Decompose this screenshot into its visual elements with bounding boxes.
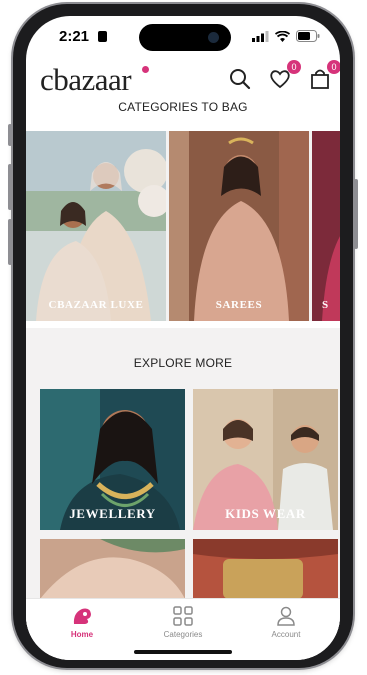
- volume-up-button: [8, 164, 12, 210]
- signal-icon: [252, 30, 269, 42]
- category-photo: [26, 131, 166, 321]
- category-label: SAREES: [215, 299, 263, 311]
- categories-title: CATEGORIES TO BAG: [118, 100, 248, 114]
- home-indicator[interactable]: [134, 650, 232, 654]
- explore-tile-kids-wear[interactable]: KIDS WEAR: [193, 389, 338, 530]
- tab-account-label: Account: [271, 630, 301, 639]
- status-time: 2:21: [59, 28, 90, 45]
- search-icon[interactable]: [227, 66, 253, 92]
- wifi-icon: [275, 30, 290, 42]
- action-button: [8, 124, 12, 146]
- tab-categories-label: Categories: [163, 630, 203, 639]
- wishlist-count-badge: 0: [287, 60, 301, 74]
- user-icon: [277, 606, 295, 626]
- brand-logo[interactable]: cbazaar: [40, 62, 132, 98]
- bag-button[interactable]: 0: [307, 60, 340, 92]
- category-label: S: [322, 299, 329, 311]
- volume-down-button: [8, 219, 12, 265]
- tile-label: JEWELLERY: [69, 506, 156, 521]
- app-screen: 2:21 cbazaar 0 0 CATEGORIES TO BAG CBAZA…: [26, 16, 340, 660]
- logo-dot: [142, 66, 149, 73]
- tile-photo: [193, 539, 338, 599]
- app-header: cbazaar 0 0: [26, 60, 340, 102]
- category-card-luxe[interactable]: CBAZAAR LUXE: [26, 131, 166, 321]
- home-icon: [73, 608, 91, 624]
- category-card-sarees[interactable]: SAREES: [169, 131, 309, 321]
- category-photo: [312, 131, 340, 321]
- badge-id-icon: [98, 31, 107, 42]
- tile-photo: [40, 539, 185, 599]
- tile-label: KIDS WEAR: [225, 506, 306, 521]
- battery-icon: [296, 30, 320, 42]
- explore-tile-3[interactable]: [40, 539, 185, 599]
- explore-tile-4[interactable]: [193, 539, 338, 599]
- tab-home-label: Home: [70, 630, 94, 639]
- tab-home[interactable]: Home: [42, 605, 122, 639]
- explore-title: EXPLORE MORE: [133, 356, 233, 370]
- category-label: CBAZAAR LUXE: [48, 299, 144, 311]
- status-bar: 2:21: [26, 28, 340, 48]
- categories-carousel[interactable]: CBAZAAR LUXE SAREES S: [26, 131, 340, 321]
- tab-account[interactable]: Account: [246, 605, 326, 639]
- grid-icon: [173, 606, 193, 626]
- bag-count-badge: 0: [327, 60, 340, 74]
- category-card-partial[interactable]: S: [312, 131, 340, 321]
- power-button: [354, 179, 358, 249]
- wishlist-button[interactable]: 0: [267, 60, 301, 92]
- tab-categories[interactable]: Categories: [143, 605, 223, 639]
- explore-tile-jewellery[interactable]: JEWELLERY: [40, 389, 185, 530]
- category-photo: [169, 131, 309, 321]
